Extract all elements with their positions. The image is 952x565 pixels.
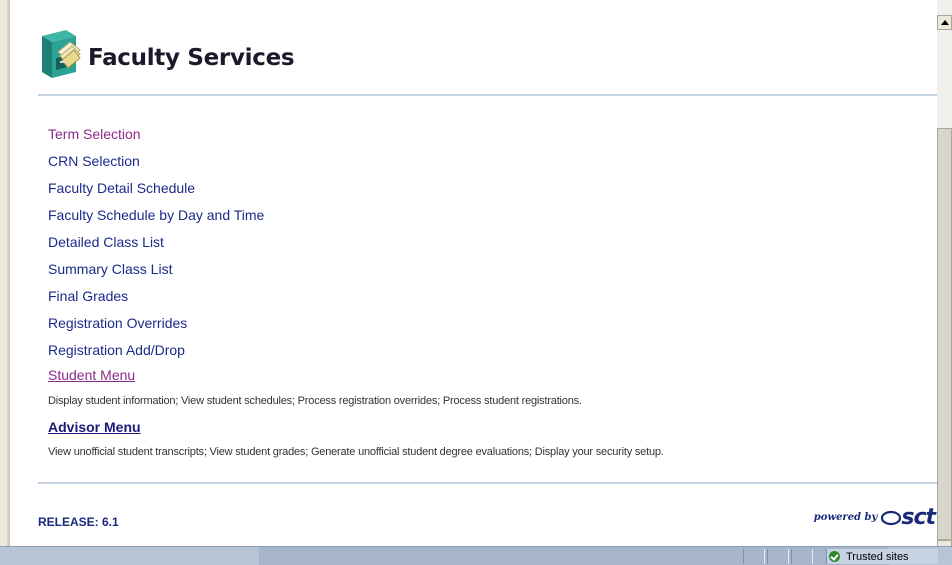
menu-item-summary-class-list: Summary Class List [48, 259, 264, 286]
advisor-menu-description: View unofficial student transcripts; Vie… [48, 446, 664, 458]
powered-by-label: powered by [813, 512, 878, 523]
check-icon [829, 551, 840, 562]
sct-swoosh-icon [881, 510, 902, 526]
faculty-schedule-day-time-link[interactable]: Faculty Schedule by Day and Time [48, 207, 264, 223]
scroll-thumb[interactable] [937, 128, 952, 540]
registration-overrides-link[interactable]: Registration Overrides [48, 315, 187, 331]
scroll-up-arrow-icon[interactable] [937, 15, 952, 30]
faculty-detail-schedule-link[interactable]: Faculty Detail Schedule [48, 180, 195, 196]
security-zone-indicator[interactable]: Trusted sites [826, 549, 938, 564]
menu-item-faculty-detail-schedule: Faculty Detail Schedule [48, 178, 264, 205]
menu-item-faculty-schedule-day-time: Faculty Schedule by Day and Time [48, 205, 264, 232]
crn-selection-link[interactable]: CRN Selection [48, 153, 140, 169]
page-title: Faculty Services [88, 45, 295, 71]
status-bar: Trusted sites [0, 546, 952, 565]
vertical-scrollbar[interactable] [937, 0, 952, 550]
status-panel [767, 549, 789, 564]
final-grades-link[interactable]: Final Grades [48, 288, 128, 304]
page-header: Faculty Services [36, 26, 295, 86]
status-panel [743, 549, 765, 564]
file-cabinet-icon [36, 28, 82, 84]
faculty-menu-list: Term Selection CRN Selection Faculty Det… [48, 124, 264, 367]
menu-item-crn-selection: CRN Selection [48, 151, 264, 178]
page-content: Faculty Services Term Selection CRN Sele… [10, 0, 937, 546]
menu-item-detailed-class-list: Detailed Class List [48, 232, 264, 259]
header-divider [38, 94, 937, 96]
powered-by-sct-logo[interactable]: powered by sct [813, 505, 936, 530]
footer-divider [38, 482, 937, 484]
release-version: RELEASE: 6.1 [38, 515, 119, 529]
registration-add-drop-link[interactable]: Registration Add/Drop [48, 342, 185, 358]
sct-brand-text: sct [901, 505, 936, 530]
menu-item-registration-overrides: Registration Overrides [48, 313, 264, 340]
security-zone-label: Trusted sites [846, 550, 909, 563]
advisor-menu-link[interactable]: Advisor Menu [48, 419, 141, 435]
menu-item-term-selection: Term Selection [48, 124, 264, 151]
menu-item-registration-add-drop: Registration Add/Drop [48, 340, 264, 367]
menu-item-final-grades: Final Grades [48, 286, 264, 313]
status-panel [791, 549, 813, 564]
summary-class-list-link[interactable]: Summary Class List [48, 261, 172, 277]
term-selection-link[interactable]: Term Selection [48, 126, 141, 142]
window-left-frame [0, 0, 10, 546]
detailed-class-list-link[interactable]: Detailed Class List [48, 234, 164, 250]
student-menu-link[interactable]: Student Menu [48, 367, 135, 383]
sct-brand: sct [881, 505, 936, 530]
student-menu-description: Display student information; View studen… [48, 395, 582, 407]
